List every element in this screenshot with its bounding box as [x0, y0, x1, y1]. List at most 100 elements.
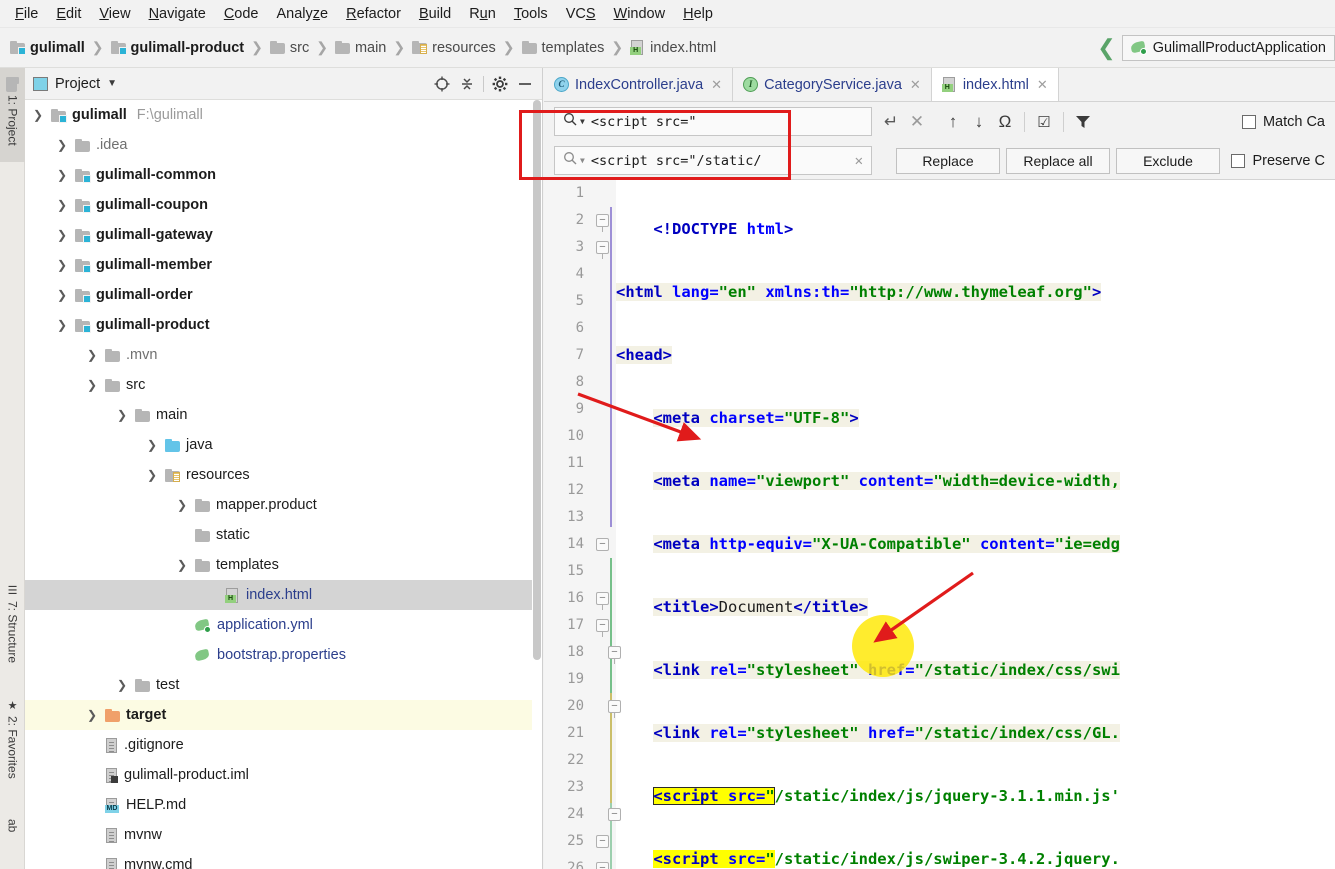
chevron-down-icon[interactable]: ❯	[55, 318, 69, 332]
tree-node-gulimall-member[interactable]: ❯ gulimall-member	[25, 250, 532, 280]
tree-node-help-md[interactable]: ❯ MD HELP.md	[25, 790, 532, 820]
chevron-down-icon[interactable]: ❯	[115, 408, 129, 422]
breadcrumb-templates[interactable]: templates	[520, 38, 607, 58]
exclude-button[interactable]: Exclude	[1116, 147, 1220, 174]
menu-code[interactable]: Code	[215, 3, 268, 25]
tab-indexcontroller-java[interactable]: C IndexController.java ✕	[544, 68, 734, 101]
sidebar-item-bottom[interactable]: ab	[0, 813, 25, 853]
fold-marker[interactable]: −	[596, 214, 609, 232]
checkbox-box[interactable]	[1241, 114, 1256, 129]
sidebar-item-structure[interactable]: ☰ 7: Structure	[0, 578, 25, 683]
tree-node-test[interactable]: ❯ test	[25, 670, 532, 700]
tree-node-gulimall-product-iml[interactable]: ❯ gulimall-product.iml	[25, 760, 532, 790]
menu-navigate[interactable]: Navigate	[140, 3, 215, 25]
tree-node-mapper-product[interactable]: ❯ mapper.product	[25, 490, 532, 520]
editor-fold-column[interactable]: − − − − − − − − − −	[590, 180, 621, 869]
breadcrumb-gulimall-product[interactable]: gulimall-product	[109, 38, 247, 58]
tree-node-java[interactable]: ❯ java	[25, 430, 532, 460]
code-content[interactable]: <!DOCTYPE html> <html lang="en" xmlns:th…	[616, 180, 1335, 869]
replace-input[interactable]: ▼ <script src="/static/ ✕	[554, 146, 872, 175]
search-input[interactable]: ▼ <script src="	[554, 107, 872, 136]
locate-target-icon[interactable]	[433, 75, 451, 93]
menu-view[interactable]: View	[90, 3, 139, 25]
menu-build[interactable]: Build	[410, 3, 460, 25]
breadcrumb-main[interactable]: main	[333, 38, 388, 58]
tree-node-gulimall-common[interactable]: ❯ gulimall-common	[25, 160, 532, 190]
gear-icon[interactable]	[491, 75, 509, 93]
breadcrumb-resources[interactable]: resources	[410, 38, 498, 58]
collapse-all-icon[interactable]	[458, 75, 476, 93]
close-icon[interactable]: ✕	[711, 77, 722, 93]
preserve-case-checkbox[interactable]: Preserve C	[1231, 153, 1325, 169]
sidebar-item-favorites[interactable]: ★ 2: Favorites	[0, 693, 25, 801]
chevron-right-icon[interactable]: ❯	[145, 438, 159, 452]
tree-node-src[interactable]: ❯ src	[25, 370, 532, 400]
chevron-down-icon[interactable]: ❯	[31, 108, 45, 122]
chevron-right-icon[interactable]: ❯	[55, 258, 69, 272]
match-case-checkbox[interactable]: Match Ca	[1241, 114, 1325, 130]
breadcrumb-index-html[interactable]: H index.html	[628, 38, 718, 58]
tree-node-gulimall-gateway[interactable]: ❯ gulimall-gateway	[25, 220, 532, 250]
select-all-occurrences-icon[interactable]: ☑	[1031, 109, 1057, 135]
sidebar-item-project[interactable]: 1: Project	[0, 68, 25, 162]
breadcrumb-gulimall[interactable]: gulimall	[8, 38, 87, 58]
close-icon[interactable]: ✕	[904, 109, 930, 135]
fold-marker[interactable]: −	[596, 592, 609, 610]
project-tree[interactable]: ❯ gulimall F:\gulimall ❯ .idea ❯ gulimal…	[25, 100, 532, 869]
search-icon[interactable]	[563, 151, 578, 170]
fold-marker[interactable]: −	[596, 538, 609, 551]
tree-node-target[interactable]: ❯ target	[25, 700, 532, 730]
tree-node-mvn[interactable]: ❯ .mvn	[25, 340, 532, 370]
minimize-icon[interactable]	[516, 75, 534, 93]
checkbox-box[interactable]	[1231, 153, 1246, 168]
chevron-right-icon[interactable]: ❯	[55, 198, 69, 212]
tree-node-gulimall-order[interactable]: ❯ gulimall-order	[25, 280, 532, 310]
close-icon[interactable]: ✕	[1037, 77, 1048, 93]
chevron-down-icon[interactable]: ❯	[85, 378, 99, 392]
menu-window[interactable]: Window	[605, 3, 675, 25]
menu-vcs[interactable]: VCS	[557, 3, 605, 25]
find-previous-icon[interactable]: ↑	[940, 109, 966, 135]
menu-edit[interactable]: Edit	[47, 3, 90, 25]
filter-icon[interactable]	[1070, 109, 1096, 135]
back-arrow-icon[interactable]: ❮	[1097, 36, 1115, 59]
fold-marker[interactable]: −	[596, 862, 609, 869]
tree-node-resources[interactable]: ❯ resources	[25, 460, 532, 490]
match-count-icon[interactable]: Ω	[992, 109, 1018, 135]
tree-node-index-html[interactable]: ❯ H index.html	[25, 580, 532, 610]
tree-node-application-yml[interactable]: ❯ application.yml	[25, 610, 532, 640]
tree-node-idea[interactable]: ❯ .idea	[25, 130, 532, 160]
chevron-down-icon[interactable]: ▼	[580, 117, 585, 126]
editor-gutter[interactable]: 1 2 3 4 5 6 7 8 9 10 11 12 13 14 15 16 1…	[544, 180, 590, 869]
close-icon[interactable]: ✕	[855, 153, 863, 169]
tree-node-mvnw[interactable]: ❯ mvnw	[25, 820, 532, 850]
chevron-down-icon[interactable]: ▼	[580, 156, 585, 165]
breadcrumb-src[interactable]: src	[268, 38, 311, 58]
tab-categoryservice-java[interactable]: I CategoryService.java ✕	[733, 68, 932, 101]
fold-marker[interactable]: −	[596, 241, 609, 259]
tree-node-static[interactable]: ❯ static	[25, 520, 532, 550]
menu-tools[interactable]: Tools	[505, 3, 557, 25]
run-configuration-selector[interactable]: GulimallProductApplication	[1121, 34, 1335, 61]
menu-help[interactable]: Help	[674, 3, 722, 25]
tree-node-main[interactable]: ❯ main	[25, 400, 532, 430]
scrollbar-thumb[interactable]	[533, 100, 541, 660]
replace-all-button[interactable]: Replace all	[1006, 147, 1110, 174]
tree-node-gulimall-product[interactable]: ❯ gulimall-product	[25, 310, 532, 340]
code-editor[interactable]: 1 2 3 4 5 6 7 8 9 10 11 12 13 14 15 16 1…	[544, 180, 1335, 869]
tree-node-mvnw-cmd[interactable]: ❯ mvnw.cmd	[25, 850, 532, 869]
chevron-down-icon[interactable]: ▼	[107, 78, 117, 89]
search-icon[interactable]	[563, 112, 578, 131]
tree-node-gulimall-coupon[interactable]: ❯ gulimall-coupon	[25, 190, 532, 220]
project-tree-scrollbar[interactable]	[532, 100, 542, 869]
chevron-right-icon[interactable]: ❯	[55, 228, 69, 242]
chevron-right-icon[interactable]: ❯	[55, 168, 69, 182]
fold-marker[interactable]: −	[596, 619, 609, 637]
close-icon[interactable]: ✕	[910, 77, 921, 93]
chevron-down-icon[interactable]: ❯	[145, 468, 159, 482]
replace-button[interactable]: Replace	[896, 147, 1000, 174]
chevron-right-icon[interactable]: ❯	[115, 678, 129, 692]
tree-node-templates[interactable]: ❯ templates	[25, 550, 532, 580]
chevron-down-icon[interactable]: ❯	[175, 558, 189, 572]
chevron-right-icon[interactable]: ❯	[175, 498, 189, 512]
